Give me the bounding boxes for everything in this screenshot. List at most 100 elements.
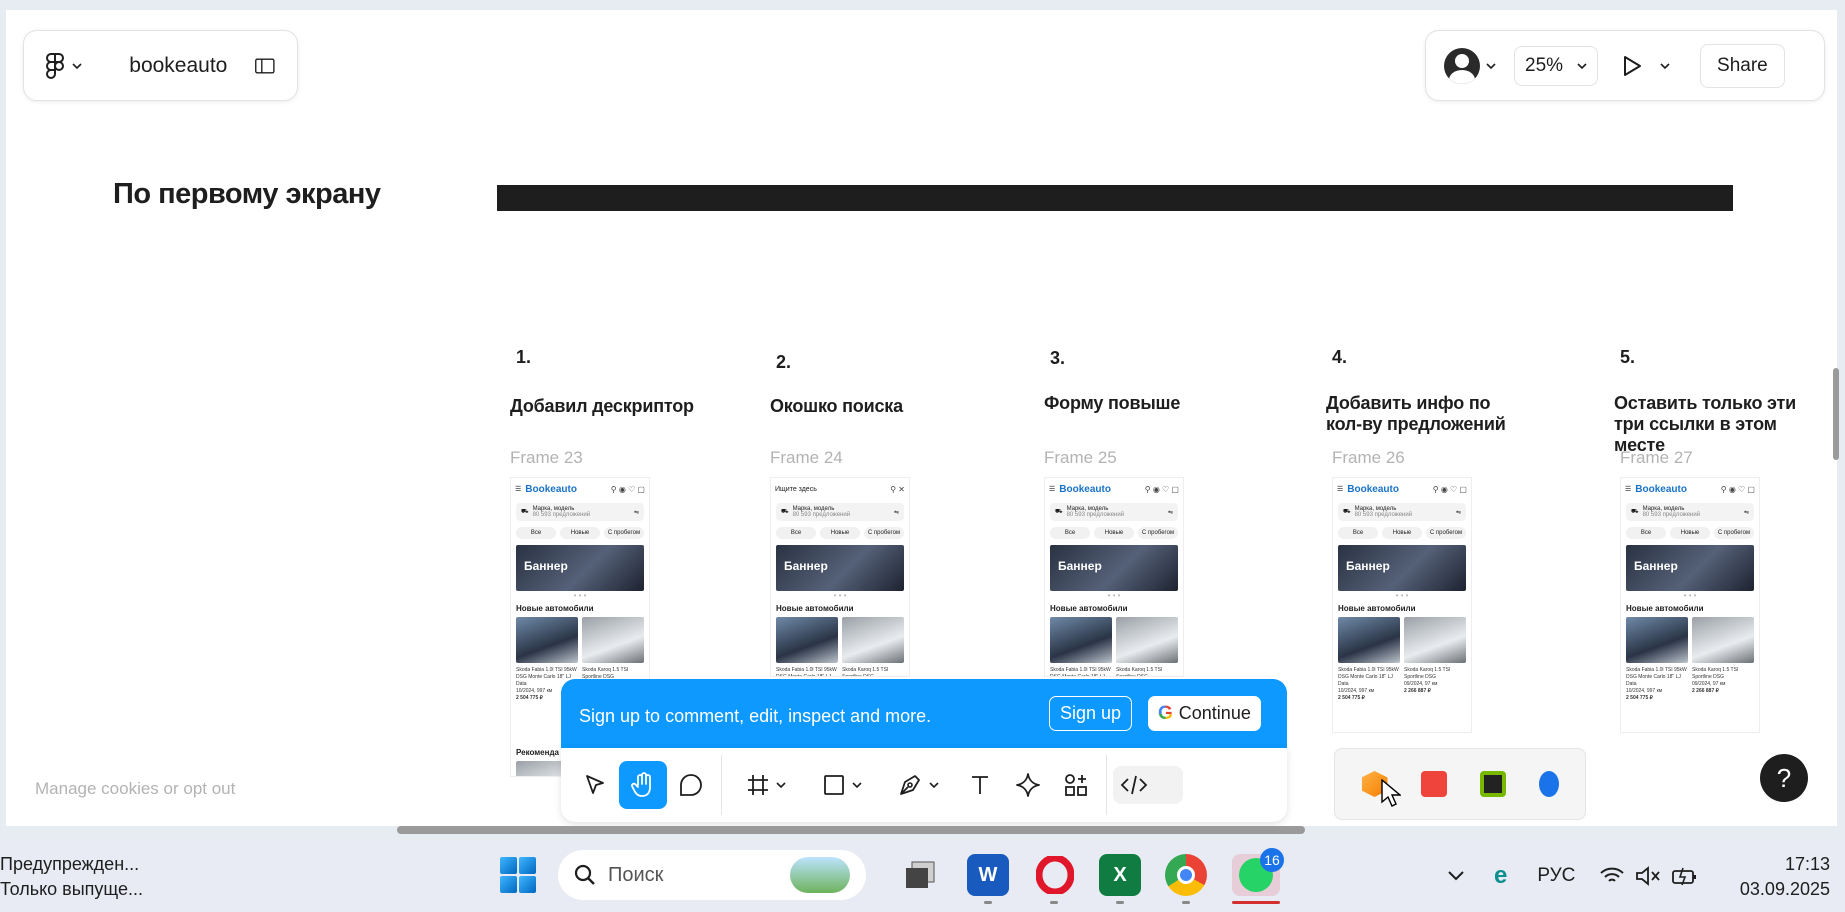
mock-menu-icon: ☰ <box>1049 486 1056 493</box>
language-indicator[interactable]: РУС <box>1537 865 1575 887</box>
chevron-up-icon[interactable] <box>1446 869 1466 883</box>
frame-label[interactable]: Frame 23 <box>510 448 583 468</box>
frame-label[interactable]: Frame 24 <box>770 448 843 468</box>
mock-car-photo <box>582 617 644 663</box>
word-app[interactable]: W <box>967 854 1009 896</box>
canvas-left-edge <box>0 0 6 840</box>
shape-tool[interactable] <box>804 761 880 809</box>
anydesk-tray-icon[interactable] <box>1420 771 1447 797</box>
frame-thumbnail[interactable]: ☰ Bookeauto ⚲ ◉ ♡ ▢ ⛟ Марка, модель 80 593 пр… <box>1332 477 1472 733</box>
sign-up-button[interactable]: Sign up <box>1049 696 1133 731</box>
mock-tab: Новые <box>1670 527 1710 539</box>
mock-car-photo <box>1692 617 1754 663</box>
mock-car-images <box>1338 617 1466 663</box>
mock-car-specs: Skoda Fabia 1.0l TSI 95kW DSG Monte Carl… <box>1338 667 1466 702</box>
opera-app[interactable] <box>1034 854 1076 896</box>
start-tile <box>500 876 517 893</box>
plugins-tool[interactable] <box>1052 761 1100 809</box>
text-tool[interactable] <box>956 761 1004 809</box>
mock-car-price: 2 266 887 ₽ <box>1692 688 1719 694</box>
mock-car-images <box>776 617 904 663</box>
frame-label[interactable]: Frame 27 <box>1620 448 1693 468</box>
mock-header-icons: ⚲ ◉ ♡ ▢ <box>1144 484 1179 494</box>
chrome-app[interactable] <box>1165 854 1207 896</box>
start-button[interactable] <box>500 857 536 893</box>
mock-tab: Все <box>1050 527 1090 539</box>
whatsapp-app[interactable]: 16 <box>1232 848 1284 896</box>
help-button[interactable]: ? <box>1760 754 1808 802</box>
chevron-down-icon <box>776 782 786 789</box>
main-menu-button[interactable] <box>46 52 85 79</box>
mock-car-card: Skoda Fabia 1.0l TSI 95kW DSG Monte Carl… <box>1626 667 1688 702</box>
vertical-scrollbar[interactable] <box>1833 368 1839 460</box>
system-clock[interactable]: 17:13 03.09.2025 <box>1730 852 1830 902</box>
step-title-line: Добавить инфо по <box>1326 393 1491 413</box>
search-placeholder: Поиск <box>608 863 664 886</box>
mock-car-photo <box>516 617 578 663</box>
search-highlight-art <box>790 857 850 893</box>
frame-label[interactable]: Frame 25 <box>1044 448 1117 468</box>
mock-tabs: Все Новые С пробегом <box>1626 527 1754 539</box>
frame-thumbnail[interactable]: Ищите здесь ⚲ ✕ ⛟ Марка, модель 80 593 предл… <box>770 477 910 677</box>
notification-widget[interactable]: Предупрежден... Только выпуще... <box>0 852 143 902</box>
step-title-line: Добавил дескриптор <box>510 396 694 416</box>
dev-mode-toggle[interactable] <box>1113 766 1183 804</box>
share-button[interactable]: Share <box>1700 43 1785 88</box>
mock-car-photo <box>1404 617 1466 663</box>
mock-banner: Баннер <box>1626 545 1754 591</box>
battery-icon[interactable] <box>1671 866 1699 886</box>
step-title-line: кол-ву предложений <box>1326 414 1506 434</box>
comment-tool[interactable] <box>667 761 715 809</box>
task-view-button[interactable] <box>899 854 941 896</box>
chevron-down-icon <box>852 782 862 789</box>
step-number: 3. <box>1050 348 1066 368</box>
toolbar-separator <box>1106 755 1107 815</box>
mock-search-box: ⛟ Марка, модель 80 593 предложений ⇋ <box>516 503 644 521</box>
section-divider-bar <box>497 185 1733 211</box>
horizontal-scrollbar[interactable] <box>397 826 1305 834</box>
figma-canvas[interactable]: bookeauto 25% Share По первому экрану 1.… <box>0 0 1845 840</box>
actions-tool[interactable] <box>1004 761 1052 809</box>
signup-text: Sign up to comment, edit, inspect and mo… <box>579 706 932 726</box>
bluetooth-tray-icon[interactable] <box>1538 771 1559 797</box>
wifi-icon[interactable] <box>1599 866 1625 886</box>
mock-car-name: Skoda Fabia 1.0l TSI 95kW DSG Monte Carl… <box>776 667 837 677</box>
mock-car-card: Skoda Karoq 1.5 TSI Sportline DSG09/2024… <box>1404 667 1466 702</box>
nvidia-tray-icon[interactable] <box>1479 771 1506 797</box>
mock-tabs: Все Новые С пробегом <box>1050 527 1178 539</box>
frame-thumbnail[interactable]: ☰ Bookeauto ⚲ ◉ ♡ ▢ ⛟ Марка, модель 80 593 пр… <box>1620 477 1760 733</box>
start-tile <box>519 857 536 874</box>
tools-toolbar <box>561 748 1287 822</box>
pen-tool[interactable] <box>880 761 956 809</box>
manage-cookies-link[interactable]: Manage cookies or opt out <box>35 779 235 799</box>
edge-tray-icon[interactable]: e <box>1494 862 1507 890</box>
continue-with-google-button[interactable]: G Continue <box>1148 696 1261 731</box>
start-tile <box>500 857 517 874</box>
mock-carousel-dots: • • • <box>1395 591 1409 600</box>
hand-tool[interactable] <box>619 761 667 809</box>
mock-header: ☰ Bookeauto ⚲ ◉ ♡ ▢ <box>511 478 649 500</box>
mock-tab: Все <box>516 527 556 539</box>
mock-car-photo <box>1338 617 1400 663</box>
mock-filter-icon: ⇋ <box>633 509 639 516</box>
move-tool[interactable] <box>571 761 619 809</box>
frame-thumbnail[interactable]: ☰ Bookeauto ⚲ ◉ ♡ ▢ ⛟ Марка, модель 80 593 пр… <box>1044 477 1184 677</box>
mock-tabs: Все Новые С пробегом <box>776 527 904 539</box>
sidebar-toggle-icon[interactable] <box>255 56 275 76</box>
opera-icon <box>1036 856 1074 894</box>
continue-label: Continue <box>1178 703 1251 723</box>
mock-car-meta: 10/2024, 997 км <box>1338 688 1375 694</box>
frame-tool[interactable] <box>728 761 804 809</box>
excel-app[interactable]: X <box>1099 854 1141 896</box>
mock-car-icon: ⛟ <box>781 509 789 515</box>
mock-tab: Новые <box>560 527 600 539</box>
volume-muted-icon[interactable] <box>1635 866 1661 886</box>
frame-label[interactable]: Frame 26 <box>1332 448 1405 468</box>
zoom-dropdown[interactable]: 25% <box>1514 45 1599 86</box>
taskbar-search[interactable]: Поиск <box>558 850 866 900</box>
file-name[interactable]: bookeauto <box>129 54 227 78</box>
account-menu[interactable] <box>1444 47 1496 84</box>
toolbar-separator <box>721 755 722 815</box>
present-button[interactable] <box>1622 55 1670 77</box>
clock-date: 03.09.2025 <box>1739 879 1830 899</box>
